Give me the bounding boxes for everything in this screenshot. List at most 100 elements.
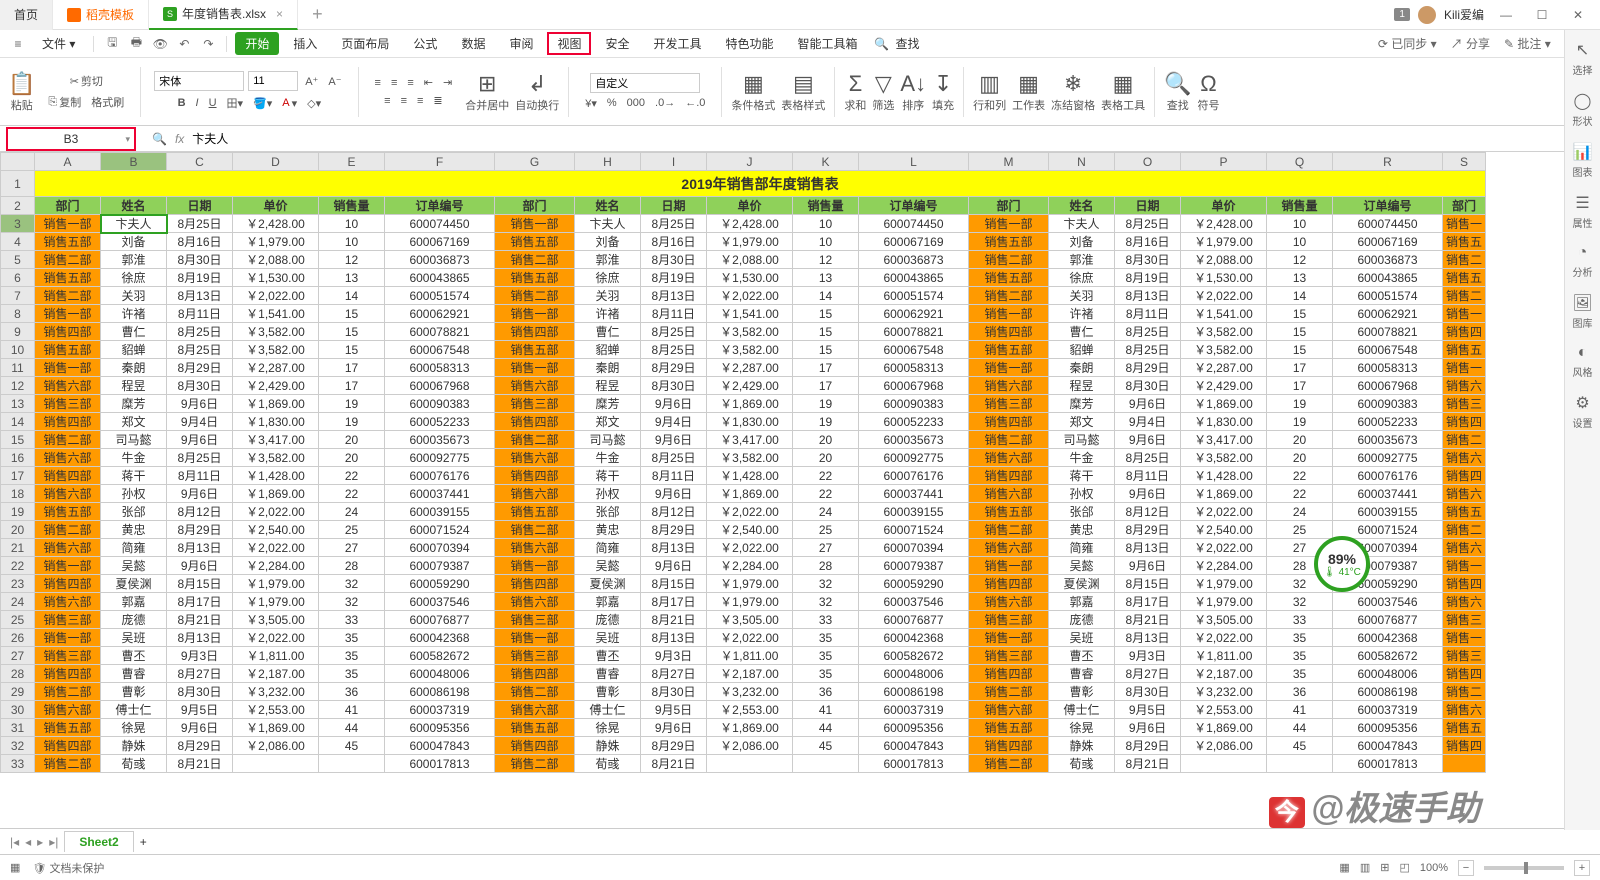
- cell[interactable]: 17: [319, 377, 385, 395]
- cell[interactable]: 8月25日: [167, 341, 233, 359]
- fx-icon[interactable]: fx: [175, 132, 184, 146]
- cell[interactable]: 600036873: [385, 251, 495, 269]
- cell[interactable]: ￥1,869.00: [707, 719, 793, 737]
- cell[interactable]: 44: [1267, 719, 1333, 737]
- cell[interactable]: ￥3,582.00: [233, 323, 319, 341]
- cell[interactable]: 8月27日: [167, 665, 233, 683]
- cell[interactable]: 8月29日: [641, 521, 707, 539]
- cell[interactable]: 9月6日: [167, 557, 233, 575]
- row-header[interactable]: 16: [1, 449, 35, 467]
- cell[interactable]: 曹丕: [101, 647, 167, 665]
- cell[interactable]: 600039155: [859, 503, 969, 521]
- cell[interactable]: ￥3,417.00: [707, 431, 793, 449]
- cell[interactable]: 销售六部: [969, 377, 1049, 395]
- cell[interactable]: 销售五部: [969, 233, 1049, 251]
- cell[interactable]: 销售一部: [35, 557, 101, 575]
- cell[interactable]: ￥1,530.00: [707, 269, 793, 287]
- cell[interactable]: 32: [793, 575, 859, 593]
- row-header[interactable]: 25: [1, 611, 35, 629]
- cell[interactable]: 20: [319, 431, 385, 449]
- cell[interactable]: 销售一部: [35, 305, 101, 323]
- protect-status[interactable]: 🛡 文档未保护: [32, 860, 104, 876]
- cell[interactable]: 8月25日: [1115, 449, 1181, 467]
- cell[interactable]: 600067968: [1333, 377, 1443, 395]
- col-header[interactable]: M: [969, 153, 1049, 171]
- cell[interactable]: 8月12日: [641, 503, 707, 521]
- cell[interactable]: ￥2,022.00: [707, 503, 793, 521]
- cell[interactable]: 销售六部: [495, 485, 575, 503]
- cell[interactable]: 600052233: [385, 413, 495, 431]
- cell[interactable]: 600062921: [859, 305, 969, 323]
- menu-security[interactable]: 安全: [595, 32, 639, 55]
- cell[interactable]: 销售六: [1443, 701, 1486, 719]
- row-header[interactable]: 10: [1, 341, 35, 359]
- cell[interactable]: 销售二部: [495, 431, 575, 449]
- row-header[interactable]: 7: [1, 287, 35, 305]
- cell[interactable]: 销售二部: [35, 431, 101, 449]
- cell[interactable]: 8月21日: [1115, 755, 1181, 773]
- cell[interactable]: 600071524: [385, 521, 495, 539]
- row-header[interactable]: 6: [1, 269, 35, 287]
- cell[interactable]: 9月6日: [641, 557, 707, 575]
- menu-insert[interactable]: 插入: [283, 32, 327, 55]
- cell[interactable]: 8月30日: [641, 683, 707, 701]
- cell[interactable]: [1181, 755, 1267, 773]
- col-header[interactable]: Q: [1267, 153, 1333, 171]
- cell[interactable]: 19: [1267, 395, 1333, 413]
- cell[interactable]: 600039155: [385, 503, 495, 521]
- cell[interactable]: ￥1,811.00: [707, 647, 793, 665]
- cell[interactable]: 600067169: [1333, 233, 1443, 251]
- cell[interactable]: ￥2,553.00: [233, 701, 319, 719]
- cell[interactable]: 8月29日: [167, 737, 233, 755]
- cell[interactable]: 徐晃: [1049, 719, 1115, 737]
- col-header[interactable]: C: [167, 153, 233, 171]
- cell[interactable]: 9月5日: [641, 701, 707, 719]
- cell[interactable]: ￥2,429.00: [233, 377, 319, 395]
- cell[interactable]: 8月13日: [1115, 287, 1181, 305]
- side-style[interactable]: ◐风格: [1573, 344, 1593, 379]
- cell[interactable]: 郭淮: [1049, 251, 1115, 269]
- zoom-out-icon[interactable]: −: [1458, 860, 1474, 876]
- cell[interactable]: 600059290: [859, 575, 969, 593]
- indent-dec-icon[interactable]: ⇤: [421, 75, 436, 90]
- row-header[interactable]: 28: [1, 665, 35, 683]
- cell[interactable]: 销售一部: [969, 629, 1049, 647]
- cell[interactable]: ￥1,869.00: [707, 485, 793, 503]
- cell[interactable]: 600067548: [385, 341, 495, 359]
- cell[interactable]: 15: [319, 323, 385, 341]
- cell[interactable]: 吴懿: [1049, 557, 1115, 575]
- cell[interactable]: ￥1,428.00: [707, 467, 793, 485]
- cell[interactable]: 糜芳: [575, 395, 641, 413]
- cell[interactable]: 8月21日: [641, 611, 707, 629]
- menu-special[interactable]: 特色功能: [716, 32, 784, 55]
- row-header[interactable]: 8: [1, 305, 35, 323]
- fill-button[interactable]: ↧填充: [932, 71, 954, 113]
- cell[interactable]: 销售四: [1443, 467, 1486, 485]
- cell[interactable]: 张郃: [1049, 503, 1115, 521]
- redo-icon[interactable]: ↷: [198, 37, 218, 51]
- cell[interactable]: 销售二部: [35, 755, 101, 773]
- cell[interactable]: 庞德: [101, 611, 167, 629]
- cell[interactable]: 销售一部: [35, 215, 101, 233]
- cell[interactable]: 许褚: [1049, 305, 1115, 323]
- sheet-nav-next-icon[interactable]: ▸: [37, 835, 43, 849]
- cell[interactable]: 8月30日: [167, 683, 233, 701]
- cell[interactable]: 静姝: [101, 737, 167, 755]
- cell[interactable]: 14: [319, 287, 385, 305]
- cell[interactable]: 销售二部: [35, 287, 101, 305]
- cell[interactable]: 600074450: [385, 215, 495, 233]
- cell[interactable]: 销售五部: [35, 719, 101, 737]
- cell[interactable]: ￥2,022.00: [233, 503, 319, 521]
- cell[interactable]: 20: [793, 449, 859, 467]
- cell[interactable]: 许褚: [575, 305, 641, 323]
- cell[interactable]: 600086198: [859, 683, 969, 701]
- cell[interactable]: 600086198: [1333, 683, 1443, 701]
- menu-smart[interactable]: 智能工具箱: [788, 32, 868, 55]
- cell[interactable]: 销售一: [1443, 629, 1486, 647]
- cell[interactable]: ￥3,505.00: [1181, 611, 1267, 629]
- comma-icon[interactable]: 000: [624, 96, 648, 110]
- cell[interactable]: 20: [1267, 431, 1333, 449]
- side-shape[interactable]: ◯形状: [1573, 91, 1593, 128]
- cell[interactable]: 销售二部: [35, 251, 101, 269]
- cell[interactable]: 35: [319, 647, 385, 665]
